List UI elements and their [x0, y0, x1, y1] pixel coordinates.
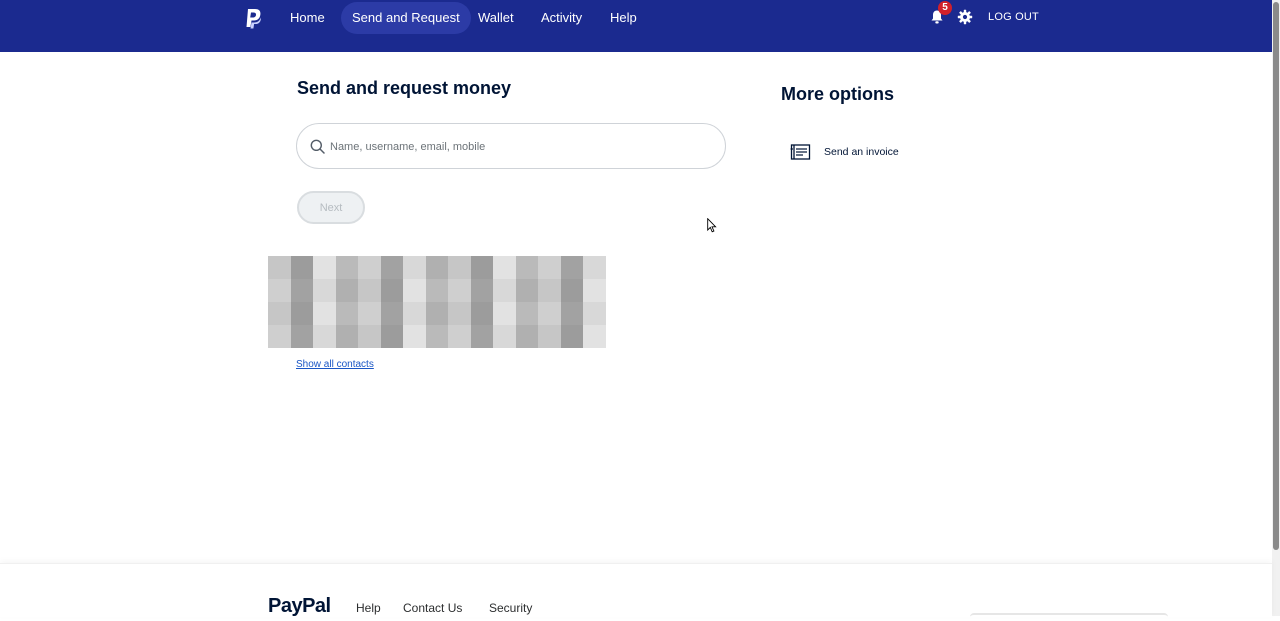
redaction-block	[268, 256, 291, 279]
nav-home[interactable]: Home	[290, 2, 325, 34]
redaction-block	[583, 325, 606, 348]
redaction-block	[380, 279, 404, 302]
redaction-block	[493, 279, 516, 302]
redaction-block	[358, 325, 381, 348]
redaction-block	[583, 302, 606, 325]
redaction-block	[290, 325, 314, 348]
redaction-block	[268, 279, 291, 302]
footer-link-help[interactable]: Help	[356, 601, 381, 615]
recipient-search-box[interactable]	[296, 123, 726, 169]
redaction-block	[493, 302, 516, 325]
redaction-block	[358, 279, 381, 302]
more-options-title: More options	[781, 84, 894, 104]
page-footer: PayPal Help Contact Us Security	[0, 563, 1272, 617]
redaction-block	[470, 256, 494, 279]
redaction-block	[470, 325, 494, 348]
redaction-block	[313, 302, 336, 325]
redaction-block	[515, 325, 539, 348]
nav-send-and-request[interactable]: Send and Request	[341, 2, 471, 34]
footer-link-contact-us[interactable]: Contact Us	[403, 601, 462, 615]
redaction-block	[560, 325, 584, 348]
redaction-block	[470, 279, 494, 302]
show-all-contacts-link[interactable]: Show all contacts	[296, 359, 374, 370]
page-scrollbar-thumb[interactable]	[1273, 2, 1279, 550]
redaction-block	[425, 302, 449, 325]
redaction-block	[448, 279, 471, 302]
footer-paypal-logo[interactable]: PayPal	[268, 595, 331, 618]
redaction-block	[403, 279, 426, 302]
invoice-icon	[790, 144, 811, 160]
redaction-block	[583, 279, 606, 302]
redaction-block	[313, 279, 336, 302]
footer-floating-widget[interactable]	[970, 613, 1168, 621]
redaction-block	[448, 325, 471, 348]
redaction-block	[380, 325, 404, 348]
redaction-block	[313, 256, 336, 279]
redaction-block	[425, 325, 449, 348]
redaction-block	[538, 325, 561, 348]
redaction-block	[358, 256, 381, 279]
top-nav-bar: Home Send and Request Wallet Activity He…	[0, 0, 1272, 52]
page-title: Send and request money	[297, 78, 512, 98]
redaction-block	[493, 325, 516, 348]
redaction-block	[515, 302, 539, 325]
redaction-block	[268, 325, 291, 348]
redaction-block	[403, 302, 426, 325]
redaction-block	[425, 256, 449, 279]
redaction-block	[538, 279, 561, 302]
redaction-block	[290, 279, 314, 302]
redaction-block	[380, 302, 404, 325]
paypal-logo-icon[interactable]	[244, 8, 262, 30]
redaction-block	[335, 325, 359, 348]
footer-link-security[interactable]: Security	[489, 601, 532, 615]
redaction-block	[515, 256, 539, 279]
redaction-block	[448, 256, 471, 279]
contacts-list-redacted	[268, 256, 606, 348]
mouse-cursor-icon	[707, 218, 717, 233]
redaction-block	[448, 302, 471, 325]
redaction-block	[335, 256, 359, 279]
redaction-block	[560, 279, 584, 302]
redaction-block	[290, 302, 314, 325]
redaction-block	[290, 256, 314, 279]
redaction-block	[358, 302, 381, 325]
redaction-block	[335, 279, 359, 302]
redaction-block	[403, 256, 426, 279]
redaction-block	[560, 302, 584, 325]
redaction-block	[538, 302, 561, 325]
settings-gear-icon[interactable]	[957, 9, 973, 25]
redaction-block	[380, 256, 404, 279]
send-invoice-label: Send an invoice	[824, 146, 899, 158]
notification-count-badge: 5	[938, 1, 952, 15]
redaction-block	[268, 302, 291, 325]
redaction-block	[560, 256, 584, 279]
next-button[interactable]: Next	[297, 191, 365, 224]
redaction-block	[403, 325, 426, 348]
redaction-block	[335, 302, 359, 325]
logout-button[interactable]: LOG OUT	[988, 11, 1039, 23]
redaction-block	[493, 256, 516, 279]
search-icon	[310, 139, 325, 154]
redaction-block	[425, 279, 449, 302]
nav-activity[interactable]: Activity	[541, 2, 582, 34]
redaction-block	[583, 256, 606, 279]
redaction-block	[538, 256, 561, 279]
redaction-block	[515, 279, 539, 302]
nav-wallet[interactable]: Wallet	[478, 2, 514, 34]
recipient-search-input[interactable]	[328, 136, 712, 158]
redaction-block	[313, 325, 336, 348]
nav-help[interactable]: Help	[610, 2, 637, 34]
redaction-block	[470, 302, 494, 325]
